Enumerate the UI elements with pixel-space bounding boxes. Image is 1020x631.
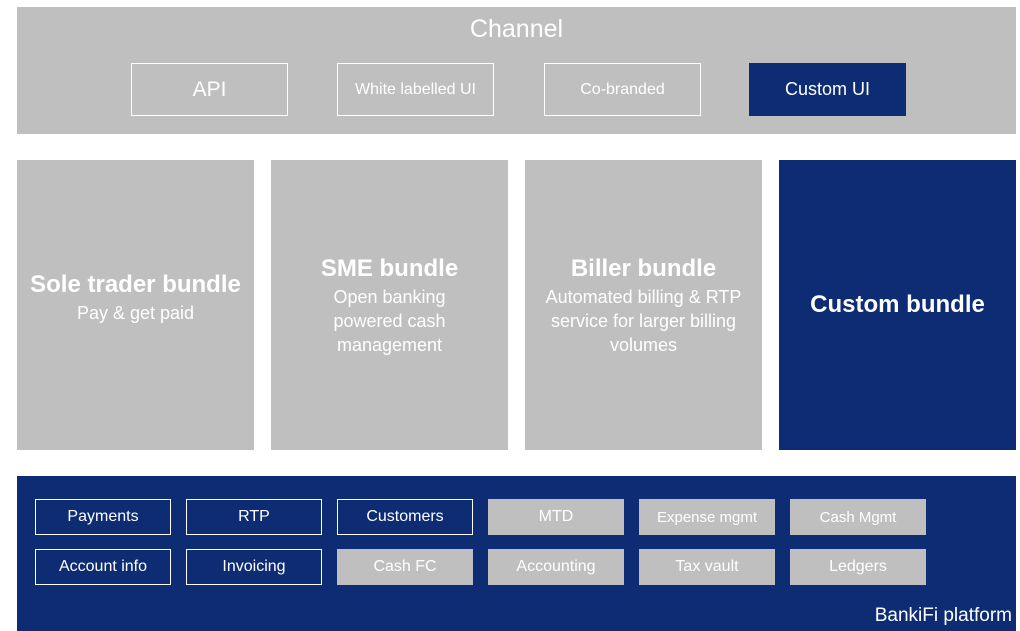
- feature-ledgers[interactable]: Ledgers: [790, 549, 926, 585]
- feature-accounting[interactable]: Accounting: [488, 549, 624, 585]
- bundle-title: Sole trader bundle: [30, 271, 241, 298]
- bundle-biller[interactable]: Biller bundle Automated billing & RTP se…: [525, 160, 762, 450]
- feature-cash-mgmt[interactable]: Cash Mgmt: [790, 499, 926, 535]
- bundle-custom[interactable]: Custom bundle: [779, 160, 1016, 450]
- bundle-sole-trader[interactable]: Sole trader bundle Pay & get paid: [17, 160, 254, 450]
- feature-invoicing[interactable]: Invoicing: [186, 549, 322, 585]
- feature-rtp[interactable]: RTP: [186, 499, 322, 535]
- feature-mtd[interactable]: MTD: [488, 499, 624, 535]
- feature-expense-mgmt[interactable]: Expense mgmt: [639, 499, 775, 535]
- feature-cash-fc[interactable]: Cash FC: [337, 549, 473, 585]
- channel-title: Channel: [469, 15, 564, 43]
- feature-payments[interactable]: Payments: [35, 499, 171, 535]
- bundle-description: Pay & get paid: [76, 303, 195, 323]
- bundle-sme[interactable]: SME bundle Open banking powered cash man…: [271, 160, 508, 450]
- channel-option-api[interactable]: API: [131, 63, 288, 116]
- bundle-description: Open banking powered cash management: [333, 287, 446, 355]
- channel-option-white-labelled-ui[interactable]: White labelled UI: [337, 63, 494, 116]
- bundle-title: Biller bundle: [570, 255, 717, 282]
- feature-account-info[interactable]: Account info: [35, 549, 171, 585]
- feature-customers[interactable]: Customers: [337, 499, 473, 535]
- channel-option-custom-ui[interactable]: Custom UI: [749, 63, 906, 116]
- bundle-description: Automated billing & RTP service for larg…: [545, 287, 742, 355]
- feature-tax-vault[interactable]: Tax vault: [639, 549, 775, 585]
- platform-label: BankiFi platform: [874, 605, 1012, 626]
- bundle-title: SME bundle: [320, 255, 459, 282]
- channel-option-co-branded[interactable]: Co-branded: [544, 63, 701, 116]
- bundle-title: Custom bundle: [810, 291, 985, 318]
